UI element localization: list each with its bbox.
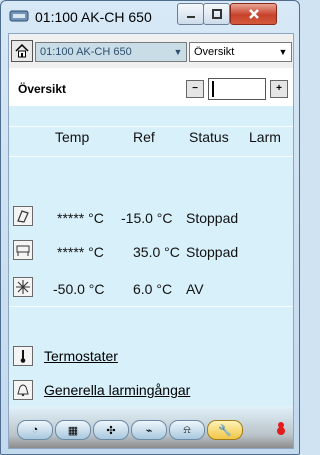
- minimize-button[interactable]: [177, 3, 204, 25]
- maximize-button[interactable]: [203, 3, 230, 25]
- row2-status: Stoppad: [186, 244, 239, 260]
- bottom-tabbar: ◔ ▦ ✣ ⌁ ⍾ 🔧: [9, 406, 293, 448]
- column-header-ref: Ref: [133, 129, 155, 145]
- row2-ref: 35.0 °C: [133, 244, 180, 260]
- view-select-value: Översikt: [194, 46, 235, 58]
- home-button[interactable]: [11, 40, 33, 62]
- alarm-tab[interactable]: ⍾: [169, 420, 205, 440]
- row1-ref: -15.0 °C: [121, 210, 173, 226]
- status-icon[interactable]: [274, 421, 288, 437]
- device-select[interactable]: 01:100 AK-CH 650 ▼: [35, 42, 187, 62]
- overview-tab[interactable]: ◔: [17, 420, 53, 440]
- chart-icon: ⌁: [145, 424, 153, 437]
- chevron-down-icon[interactable]: ▼: [275, 43, 291, 61]
- thermometer-icon[interactable]: [13, 346, 33, 366]
- home-icon: [15, 44, 29, 58]
- device-select-value: 01:100 AK-CH 650: [40, 46, 132, 58]
- client-area: 01:100 AK-CH 650 ▼ Översikt ▼ Översikt −…: [8, 33, 294, 449]
- minimize-icon: [186, 16, 195, 18]
- fan-icon: ✣: [106, 424, 116, 437]
- plus-icon: +: [276, 83, 282, 94]
- chart-tab[interactable]: ⌁: [131, 420, 167, 440]
- display-case-icon[interactable]: [13, 240, 33, 260]
- row1-temp: ***** °C: [57, 210, 104, 226]
- close-button[interactable]: [230, 3, 277, 25]
- overview-content: Temp Ref Status Larm ***** °C -15.0 °C S…: [9, 106, 293, 406]
- column-header-temp: Temp: [55, 129, 90, 145]
- section-title: Översikt: [18, 82, 67, 96]
- divider: [9, 306, 293, 307]
- maximize-icon: [211, 9, 222, 19]
- step-field[interactable]: [208, 78, 266, 100]
- bell-icon[interactable]: [13, 380, 33, 400]
- window-title: 01:100 AK-CH 650: [35, 9, 152, 25]
- app-window: 01:100 AK-CH 650 01:100 AK-CH 650 ▼ Över…: [0, 0, 300, 455]
- column-header-larm: Larm: [249, 129, 281, 145]
- tools-tab[interactable]: 🔧: [207, 420, 243, 440]
- alarm-icon: ⍾: [183, 423, 191, 436]
- app-icon: [9, 10, 29, 22]
- snowflake-icon[interactable]: [13, 277, 33, 297]
- cursor-bar: [212, 81, 214, 97]
- fridge-icon[interactable]: [13, 206, 33, 226]
- title-bar[interactable]: 01:100 AK-CH 650: [1, 1, 299, 33]
- row2-temp: ***** °C: [57, 244, 104, 260]
- divider: [9, 126, 293, 127]
- column-header-status: Status: [189, 129, 229, 145]
- grid-icon: ▦: [67, 424, 79, 437]
- row3-status: AV: [186, 281, 204, 297]
- divider: [9, 156, 293, 157]
- termostater-link[interactable]: Termostater: [44, 348, 118, 364]
- generella-larmingangar-link[interactable]: Generella larmingångar: [44, 382, 190, 398]
- wrench-icon: 🔧: [218, 424, 232, 437]
- step-back-button[interactable]: −: [186, 80, 204, 98]
- toolbar: 01:100 AK-CH 650 ▼ Översikt ▼: [9, 34, 293, 68]
- row3-temp: -50.0 °C: [53, 281, 105, 297]
- close-icon: [248, 9, 259, 19]
- step-forward-button[interactable]: +: [270, 80, 288, 98]
- row3-ref: 6.0 °C: [133, 281, 173, 297]
- minus-icon: −: [192, 83, 198, 94]
- grid-tab[interactable]: ▦: [55, 420, 91, 440]
- fan-tab[interactable]: ✣: [93, 420, 129, 440]
- chevron-down-icon[interactable]: ▼: [170, 43, 186, 61]
- view-select[interactable]: Översikt ▼: [189, 42, 292, 62]
- overview-icon: ◔: [31, 424, 39, 436]
- row1-status: Stoppad: [186, 210, 239, 226]
- page-stepper: − +: [186, 78, 288, 100]
